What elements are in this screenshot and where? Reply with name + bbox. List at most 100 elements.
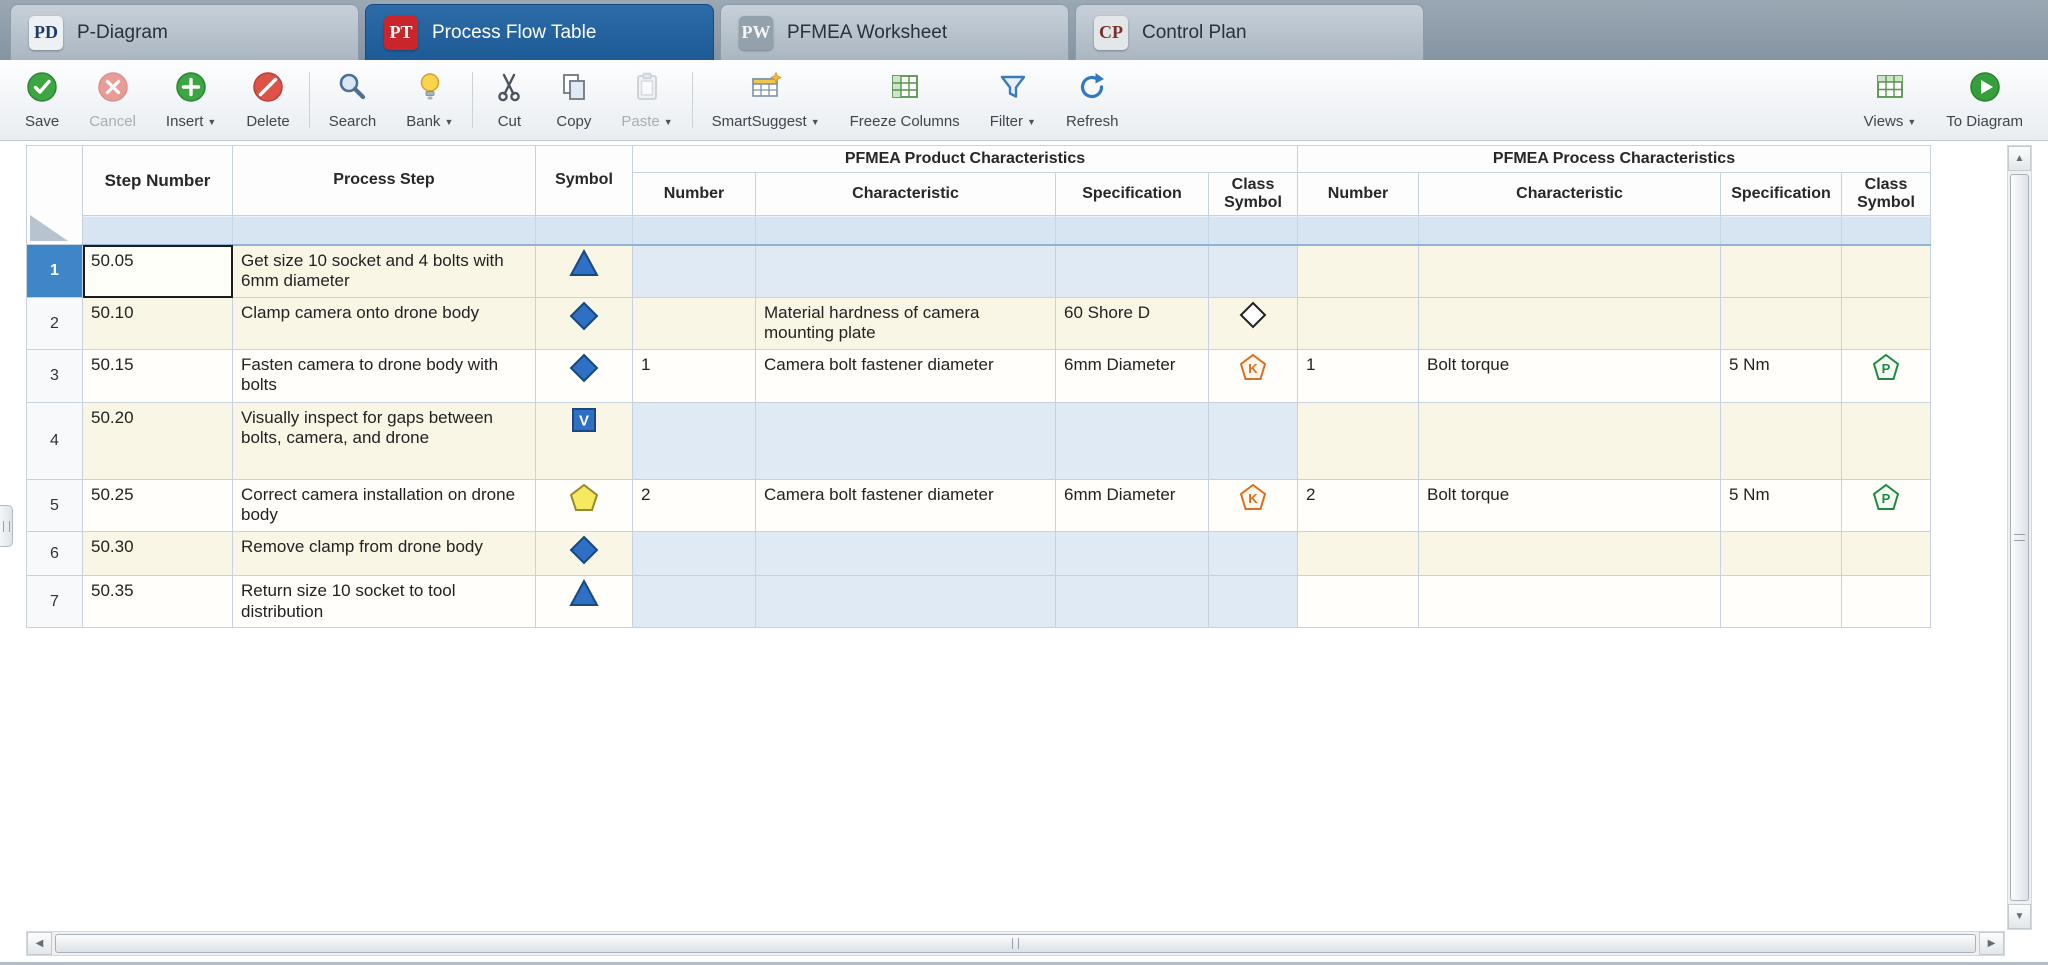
cell-product-class-symbol[interactable] <box>1208 244 1298 298</box>
row-header-7[interactable]: 7 <box>26 575 83 629</box>
filter-button[interactable]: Filter ▼ <box>975 60 1051 140</box>
paste-button[interactable]: Paste ▼ <box>606 60 687 140</box>
freeze-columns-button[interactable]: Freeze Columns <box>835 60 975 140</box>
cell-symbol[interactable] <box>535 575 633 629</box>
cell-product-characteristic[interactable]: Material hardness of camera mounting pla… <box>755 297 1056 350</box>
views-button[interactable]: Views ▼ <box>1849 60 1932 140</box>
cell-process-characteristic[interactable]: Bolt torque <box>1418 479 1721 532</box>
cell-process-step[interactable]: Correct camera installation on drone bod… <box>232 479 536 532</box>
refresh-button[interactable]: Refresh <box>1051 60 1134 140</box>
cell-process-characteristic[interactable] <box>1418 575 1721 629</box>
cell-process-step[interactable]: Get size 10 socket and 4 bolts with 6mm … <box>232 244 536 298</box>
cell-product-class-symbol[interactable] <box>1208 530 1298 577</box>
cell-process-specification[interactable] <box>1720 244 1842 298</box>
row-header-1[interactable]: 1 <box>26 244 83 298</box>
copy-button[interactable]: Copy <box>541 60 606 140</box>
filter-cell[interactable] <box>1297 215 1419 246</box>
column-header-product-specification[interactable]: Specification <box>1055 172 1209 216</box>
cell-product-specification[interactable] <box>1055 530 1209 577</box>
cell-symbol[interactable] <box>535 479 633 532</box>
tab-pfmea-worksheet[interactable]: PW PFMEA Worksheet <box>720 4 1069 60</box>
cell-process-step[interactable]: Fasten camera to drone body with bolts <box>232 349 536 403</box>
tab-p-diagram[interactable]: PD P-Diagram <box>10 4 359 60</box>
cell-process-specification[interactable]: 5 Nm <box>1720 479 1842 532</box>
cell-process-characteristic[interactable]: Bolt torque <box>1418 349 1721 403</box>
row-header-5[interactable]: 5 <box>26 479 83 532</box>
select-all-corner[interactable] <box>26 145 83 245</box>
scroll-up-button[interactable]: ▲ <box>2008 146 2031 171</box>
cell-step-number[interactable]: 50.30 <box>82 530 233 577</box>
filter-cell[interactable] <box>1208 215 1298 246</box>
cell-step-number[interactable]: 50.10 <box>82 297 233 350</box>
cell-product-characteristic[interactable] <box>755 402 1056 480</box>
cell-process-number[interactable] <box>1297 575 1419 629</box>
column-header-process-specification[interactable]: Specification <box>1720 172 1842 216</box>
cell-process-specification[interactable] <box>1720 402 1842 480</box>
scroll-left-button[interactable]: ◀ <box>27 932 52 955</box>
filter-cell[interactable] <box>535 215 633 246</box>
cell-process-characteristic[interactable] <box>1418 244 1721 298</box>
cell-process-step[interactable]: Clamp camera onto drone body <box>232 297 536 350</box>
cell-process-class-symbol[interactable] <box>1841 402 1931 480</box>
column-header-process-class-symbol[interactable]: Class Symbol <box>1841 172 1931 216</box>
tab-control-plan[interactable]: CP Control Plan <box>1075 4 1424 60</box>
cell-product-specification[interactable] <box>1055 402 1209 480</box>
filter-cell[interactable] <box>1418 215 1721 246</box>
cell-process-number[interactable]: 1 <box>1297 349 1419 403</box>
cell-symbol[interactable]: V <box>535 402 633 480</box>
cell-product-number[interactable] <box>632 244 756 298</box>
cancel-button[interactable]: Cancel <box>74 60 151 140</box>
row-header-3[interactable]: 3 <box>26 349 83 403</box>
cell-product-specification[interactable] <box>1055 575 1209 629</box>
cell-process-specification[interactable] <box>1720 530 1842 577</box>
cell-process-step[interactable]: Return size 10 socket to tool distributi… <box>232 575 536 629</box>
column-header-product-number[interactable]: Number <box>632 172 756 216</box>
column-header-process-number[interactable]: Number <box>1297 172 1419 216</box>
cell-product-number[interactable] <box>632 530 756 577</box>
delete-button[interactable]: Delete <box>231 60 304 140</box>
cell-product-number[interactable]: 1 <box>632 349 756 403</box>
scroll-right-button[interactable]: ▶ <box>1979 932 2004 955</box>
cell-process-class-symbol[interactable]: P <box>1841 349 1931 403</box>
cell-process-class-symbol[interactable] <box>1841 575 1931 629</box>
filter-cell[interactable] <box>82 215 233 246</box>
scroll-down-button[interactable]: ▼ <box>2008 904 2031 929</box>
vertical-scrollbar-thumb[interactable] <box>2010 174 2029 901</box>
search-button[interactable]: Search <box>314 60 392 140</box>
cell-step-number[interactable]: 50.15 <box>82 349 233 403</box>
cell-product-specification[interactable]: 60 Shore D <box>1055 297 1209 350</box>
cell-product-characteristic[interactable] <box>755 530 1056 577</box>
cell-product-number[interactable] <box>632 575 756 629</box>
cell-process-number[interactable] <box>1297 297 1419 350</box>
cell-process-step[interactable]: Visually inspect for gaps between bolts,… <box>232 402 536 480</box>
cut-button[interactable]: Cut <box>477 60 541 140</box>
cell-product-specification[interactable] <box>1055 244 1209 298</box>
cell-symbol[interactable] <box>535 349 633 403</box>
cell-product-characteristic[interactable] <box>755 575 1056 629</box>
cell-process-class-symbol[interactable] <box>1841 244 1931 298</box>
filter-cell[interactable] <box>232 215 536 246</box>
column-header-product-characteristic[interactable]: Characteristic <box>755 172 1056 216</box>
filter-cell[interactable] <box>632 215 756 246</box>
tab-process-flow-table[interactable]: PT Process Flow Table <box>365 4 714 60</box>
cell-process-class-symbol[interactable] <box>1841 530 1931 577</box>
cell-process-class-symbol[interactable] <box>1841 297 1931 350</box>
cell-product-class-symbol[interactable] <box>1208 297 1298 350</box>
cell-product-class-symbol[interactable]: K <box>1208 349 1298 403</box>
cell-process-specification[interactable]: 5 Nm <box>1720 349 1842 403</box>
cell-product-class-symbol[interactable] <box>1208 575 1298 629</box>
row-header-6[interactable]: 6 <box>26 530 83 577</box>
filter-cell[interactable] <box>1055 215 1209 246</box>
vertical-scrollbar[interactable]: ▲ ▼ <box>2007 145 2032 930</box>
row-header-2[interactable]: 2 <box>26 297 83 350</box>
bank-button[interactable]: Bank ▼ <box>391 60 468 140</box>
cell-process-characteristic[interactable] <box>1418 297 1721 350</box>
column-header-process-step[interactable]: Process Step <box>232 145 536 216</box>
cell-process-number[interactable] <box>1297 244 1419 298</box>
column-header-process-characteristic[interactable]: Characteristic <box>1418 172 1721 216</box>
cell-process-specification[interactable] <box>1720 297 1842 350</box>
cell-symbol[interactable] <box>535 244 633 298</box>
cell-product-characteristic[interactable]: Camera bolt fastener diameter <box>755 479 1056 532</box>
cell-product-number[interactable]: 2 <box>632 479 756 532</box>
cell-product-number[interactable] <box>632 402 756 480</box>
